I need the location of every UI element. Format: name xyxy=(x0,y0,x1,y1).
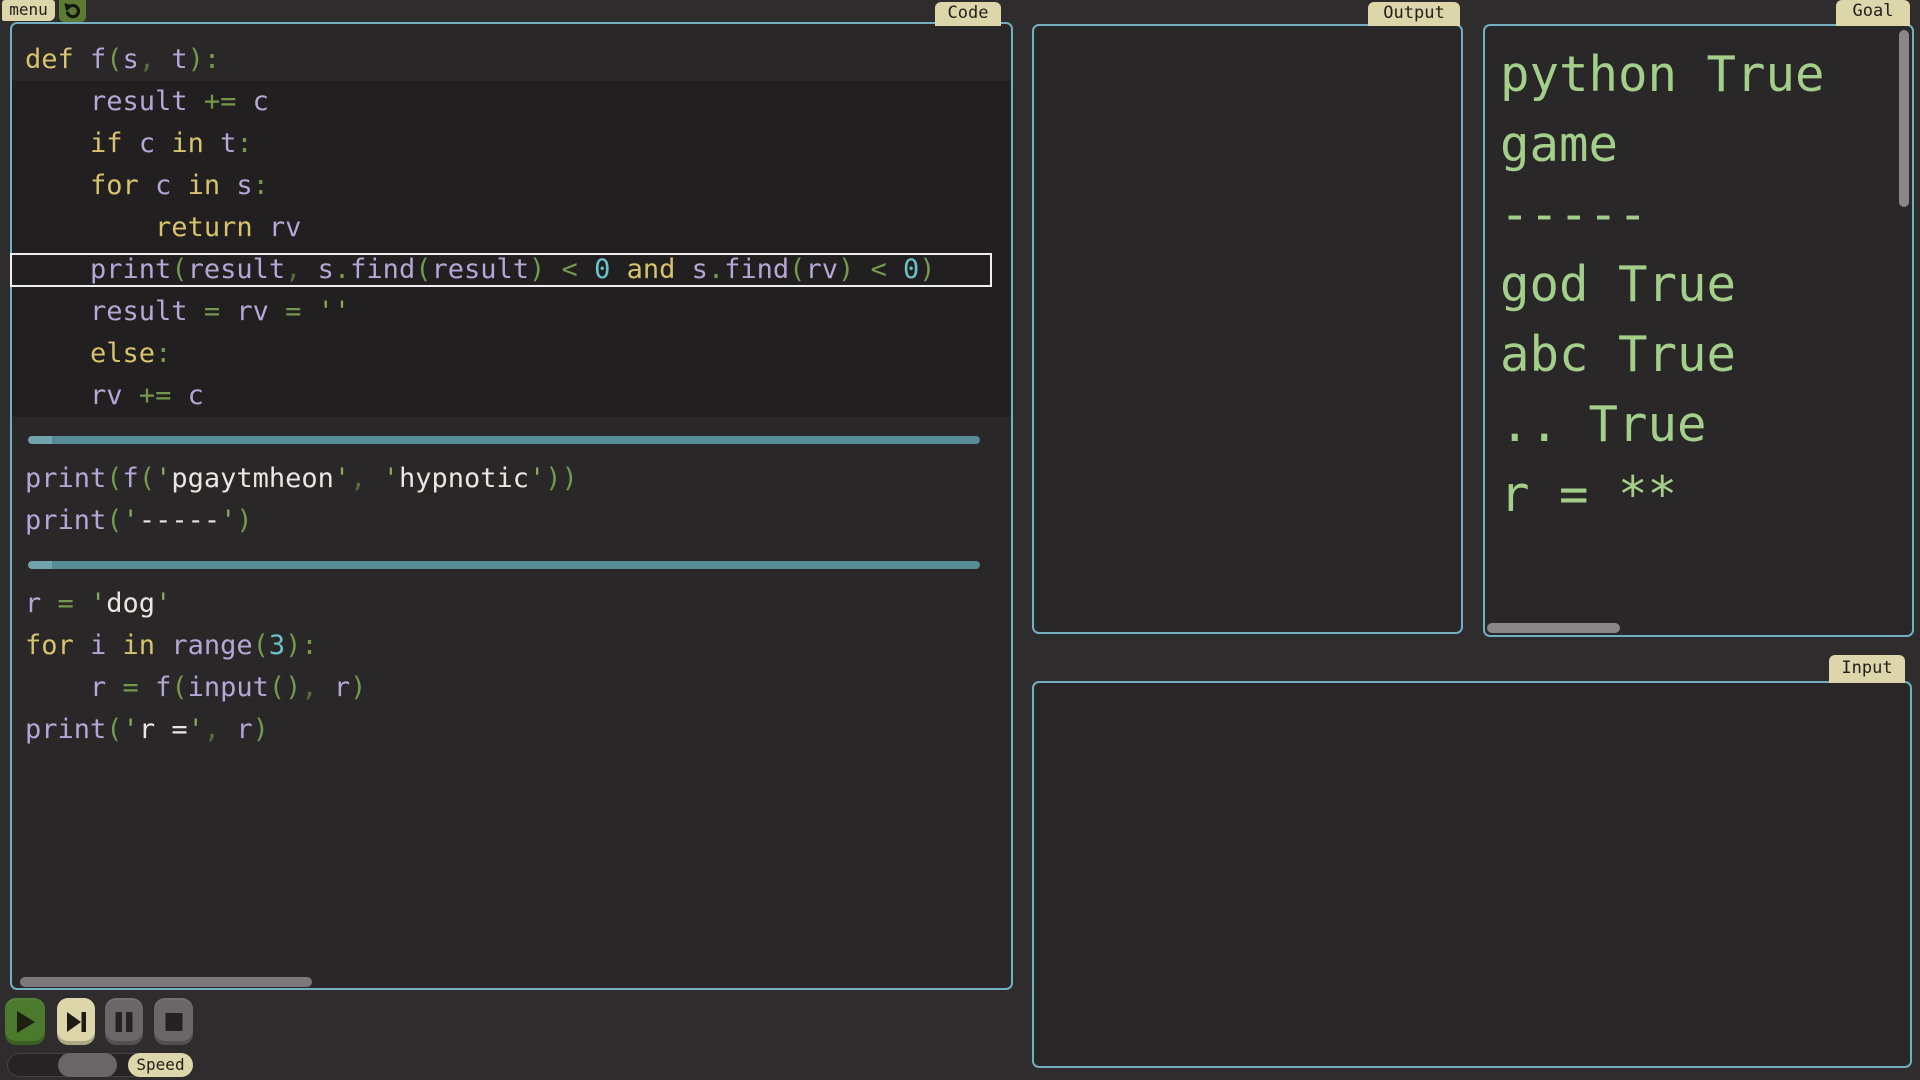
code-line[interactable]: return rv xyxy=(12,207,1011,249)
code-line: r = f(input(), r) xyxy=(12,667,1011,709)
input-panel[interactable] xyxy=(1032,681,1912,1068)
speed-label: Speed xyxy=(128,1053,193,1077)
goal-text: python True game ----- god True abc True… xyxy=(1500,40,1825,530)
code-line-selected[interactable]: print(result, s.find(result) < 0 and s.f… xyxy=(12,249,1011,291)
stop-icon xyxy=(163,1010,185,1034)
pause-button[interactable] xyxy=(105,998,143,1045)
speed-slider-thumb[interactable] xyxy=(58,1053,117,1077)
reset-button[interactable] xyxy=(59,0,86,22)
code-hscrollbar-thumb[interactable] xyxy=(20,977,312,987)
code-line: print('-----') xyxy=(12,500,1011,542)
code-line[interactable]: for c in s: xyxy=(12,165,1011,207)
code-line[interactable]: result = rv = '' xyxy=(12,291,1011,333)
reset-restart-icon xyxy=(63,2,82,20)
code-line: print(f('pgaytmheon', 'hypnotic')) xyxy=(12,458,1011,500)
code-line[interactable]: if c in t: xyxy=(12,123,1011,165)
code-line: print('r =', r) xyxy=(12,709,1011,751)
section-divider xyxy=(28,561,980,569)
goal-vscrollbar-thumb[interactable] xyxy=(1899,30,1909,207)
step-forward-icon xyxy=(64,1009,88,1035)
output-panel xyxy=(1032,24,1463,634)
code-line[interactable]: else: xyxy=(12,333,1011,375)
code-line: def f(s, t): xyxy=(12,39,1011,81)
output-panel-label: Output xyxy=(1368,2,1460,26)
input-panel-label: Input xyxy=(1829,655,1905,683)
play-icon xyxy=(13,1009,37,1035)
section-divider xyxy=(28,436,980,444)
code-line: for i in range(3): xyxy=(12,625,1011,667)
code-panel-label: Code xyxy=(935,2,1001,26)
goal-panel-label: Goal xyxy=(1836,0,1910,26)
goal-hscrollbar-thumb[interactable] xyxy=(1487,623,1620,633)
play-button[interactable] xyxy=(5,998,45,1045)
code-line[interactable]: rv += c xyxy=(12,375,1011,417)
code-line: r = 'dog' xyxy=(12,583,1011,625)
pause-icon xyxy=(113,1010,135,1034)
code-line[interactable]: result += c xyxy=(12,81,1011,123)
goal-panel: python True game ----- god True abc True… xyxy=(1483,24,1914,637)
step-button[interactable] xyxy=(57,998,95,1045)
code-panel: def f(s, t): result += c if c in t: for … xyxy=(10,22,1013,990)
menu-button[interactable]: menu xyxy=(2,0,55,21)
code-lines: def f(s, t): result += c if c in t: for … xyxy=(12,24,1011,751)
stop-button[interactable] xyxy=(154,998,193,1045)
